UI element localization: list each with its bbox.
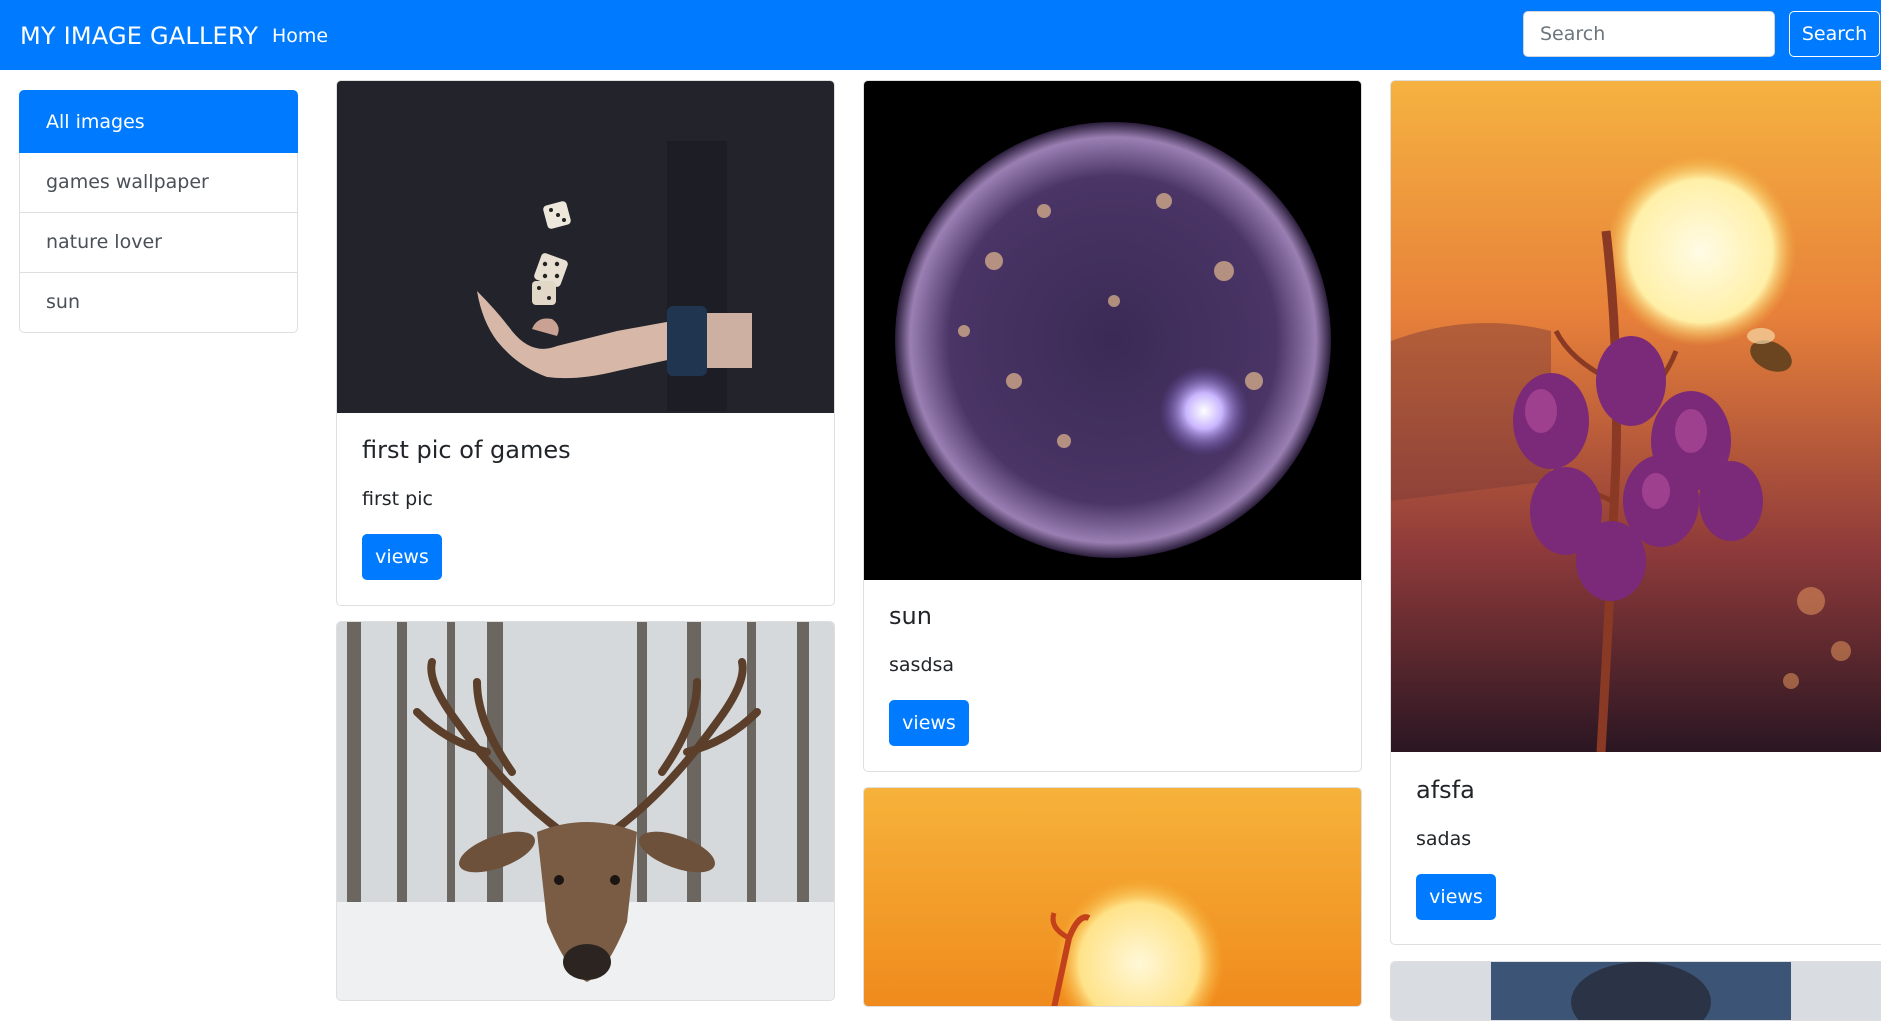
views-button[interactable]: views [362, 534, 442, 580]
nav-home-link[interactable]: Home [272, 24, 328, 48]
brand-logo[interactable]: MY IMAGE GALLERY [20, 20, 258, 52]
card-title: sun [889, 602, 932, 630]
card-text: first pic [362, 488, 433, 510]
views-button[interactable]: views [889, 700, 969, 746]
category-list: All images games wallpaper nature lover … [19, 90, 298, 333]
search-input[interactable] [1523, 11, 1775, 57]
deer-snow-photo[interactable] [337, 622, 834, 1000]
gallery-card [1390, 961, 1881, 1021]
navbar: MY IMAGE GALLERY Home Search [0, 0, 1881, 70]
search-button[interactable]: Search [1789, 11, 1880, 57]
sun-surface-photo[interactable] [864, 81, 1361, 580]
card-text: sadas [1416, 828, 1472, 850]
flower-sunset-photo[interactable] [1391, 81, 1881, 752]
category-all-images[interactable]: All images [19, 90, 298, 153]
category-games-wallpaper[interactable]: games wallpaper [19, 153, 298, 213]
gallery-card [863, 787, 1362, 1007]
views-button[interactable]: views [1416, 874, 1496, 920]
gallery-card: sun sasdsa views [863, 80, 1362, 772]
card-title: afsfa [1416, 776, 1475, 804]
portrait-photo[interactable] [1391, 962, 1881, 1020]
dice-hand-photo[interactable] [337, 81, 834, 413]
card-text: sasdsa [889, 654, 955, 676]
gallery-card [336, 621, 835, 1001]
gallery-card: first pic of games first pic views [336, 80, 835, 606]
gallery-card: afsfa sadas views [1390, 80, 1881, 945]
sunset-plant-photo[interactable] [864, 788, 1361, 1006]
category-sun[interactable]: sun [19, 273, 298, 333]
card-title: first pic of games [362, 436, 571, 464]
category-nature-lover[interactable]: nature lover [19, 213, 298, 273]
